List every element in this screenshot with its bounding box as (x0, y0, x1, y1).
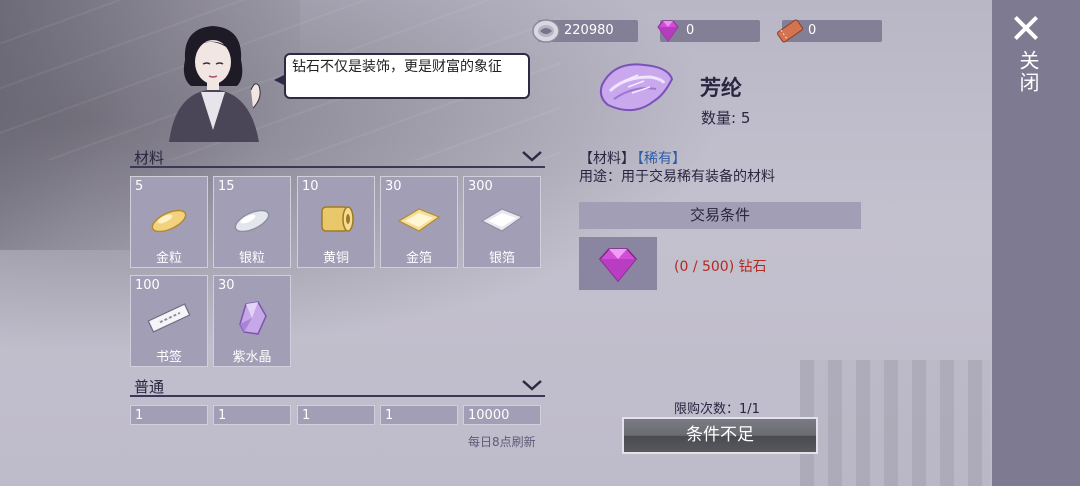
item-count: 30 (385, 179, 402, 194)
silver-grain-icon (234, 209, 270, 233)
chevron-down-icon (522, 151, 542, 162)
gold-foil-icon (397, 208, 441, 232)
diamond-value: 0 (686, 23, 695, 38)
amethyst-icon (239, 301, 267, 335)
close-button[interactable]: 关闭 (1008, 10, 1044, 100)
item-count: 300 (468, 179, 493, 194)
item-count: 1 (385, 408, 394, 423)
item-name: 金箔 (405, 251, 432, 266)
item-name: 书签 (155, 350, 182, 365)
npc-portrait (169, 26, 261, 142)
currency-diamond: 0 (657, 20, 760, 42)
coin-value: 220980 (564, 23, 614, 38)
condition-progress: (0 / 500) 钻石 (674, 259, 767, 275)
item-tile-gold-grain[interactable]: 5 金粒 (130, 176, 208, 268)
chevron-down-icon (522, 380, 542, 391)
section-materials-header[interactable]: 材料 (130, 147, 545, 168)
rarity-tag: 【稀有】 (637, 151, 686, 167)
item-detail-title: 芳纶 (700, 76, 742, 100)
section-normal-header[interactable]: 普通 (130, 376, 545, 397)
item-tile-normal[interactable]: 10000 (463, 405, 541, 425)
item-name: 金粒 (155, 251, 182, 266)
category-tag: 【材料】 (579, 151, 635, 167)
item-tile-brass[interactable]: 10 黄铜 (297, 176, 375, 268)
item-detail-tags: 【材料】 【稀有】 (579, 148, 686, 168)
item-tile-normal[interactable]: 1 (380, 405, 458, 425)
ticket-icon (777, 19, 803, 43)
item-name: 黄铜 (322, 251, 349, 266)
item-count: 1 (135, 408, 144, 423)
exchange-button[interactable]: 条件不足 (622, 417, 818, 454)
currency-ticket: 0 (777, 19, 882, 43)
section-divider (130, 395, 545, 397)
npc-speech-bubble: 钻石不仅是装饰，更是财富的象征 (284, 53, 530, 99)
item-tile-gold-foil[interactable]: 30 金箔 (380, 176, 458, 268)
item-count: 100 (135, 278, 160, 293)
item-name: 银箔 (488, 251, 515, 266)
item-count: 5 (135, 179, 144, 194)
item-count: 30 (218, 278, 235, 293)
item-name: 紫水晶 (232, 350, 272, 365)
item-count: 1 (218, 408, 227, 423)
diamond-icon (599, 248, 637, 283)
ticket-value: 0 (808, 23, 817, 38)
item-count: 10000 (468, 408, 510, 423)
refresh-note: 每日8点刷新 (468, 435, 536, 449)
item-count: 10 (302, 179, 319, 194)
bookmark-icon (147, 303, 191, 333)
close-label: 关闭 (1016, 50, 1040, 94)
diamond-icon (657, 20, 679, 42)
item-detail-usage: 用途：用于交易稀有装备的材料 (579, 169, 775, 185)
item-name: 银粒 (238, 251, 265, 266)
section-divider (130, 166, 545, 168)
item-tile-normal[interactable]: 1 (297, 405, 375, 425)
item-tile-normal[interactable]: 1 (213, 405, 291, 425)
currency-coin: 220980 (532, 19, 638, 43)
purchase-limit: 限购次数：1/1 (674, 402, 760, 417)
item-tile-normal[interactable]: 1 (130, 405, 208, 425)
section-title: 材料 (134, 149, 165, 167)
item-tile-bookmark[interactable]: 100 书签 (130, 275, 208, 367)
item-detail-quantity: 数量: 5 (701, 109, 751, 127)
coin-icon (532, 19, 560, 43)
aramid-fabric-icon (599, 63, 674, 112)
section-title: 普通 (134, 378, 165, 396)
item-tile-silver-grain[interactable]: 15 银粒 (213, 176, 291, 268)
trade-condition-header: 交易条件 (579, 202, 861, 229)
silver-foil-icon (480, 208, 524, 232)
gold-grain-icon (151, 209, 187, 233)
background-city (800, 360, 990, 486)
close-icon (1012, 14, 1040, 42)
condition-item-slot[interactable] (579, 237, 657, 290)
item-tile-silver-foil[interactable]: 300 银箔 (463, 176, 541, 268)
item-count: 15 (218, 179, 235, 194)
item-count: 1 (302, 408, 311, 423)
item-tile-amethyst[interactable]: 30 紫水晶 (213, 275, 291, 367)
brass-roll-icon (321, 206, 354, 232)
